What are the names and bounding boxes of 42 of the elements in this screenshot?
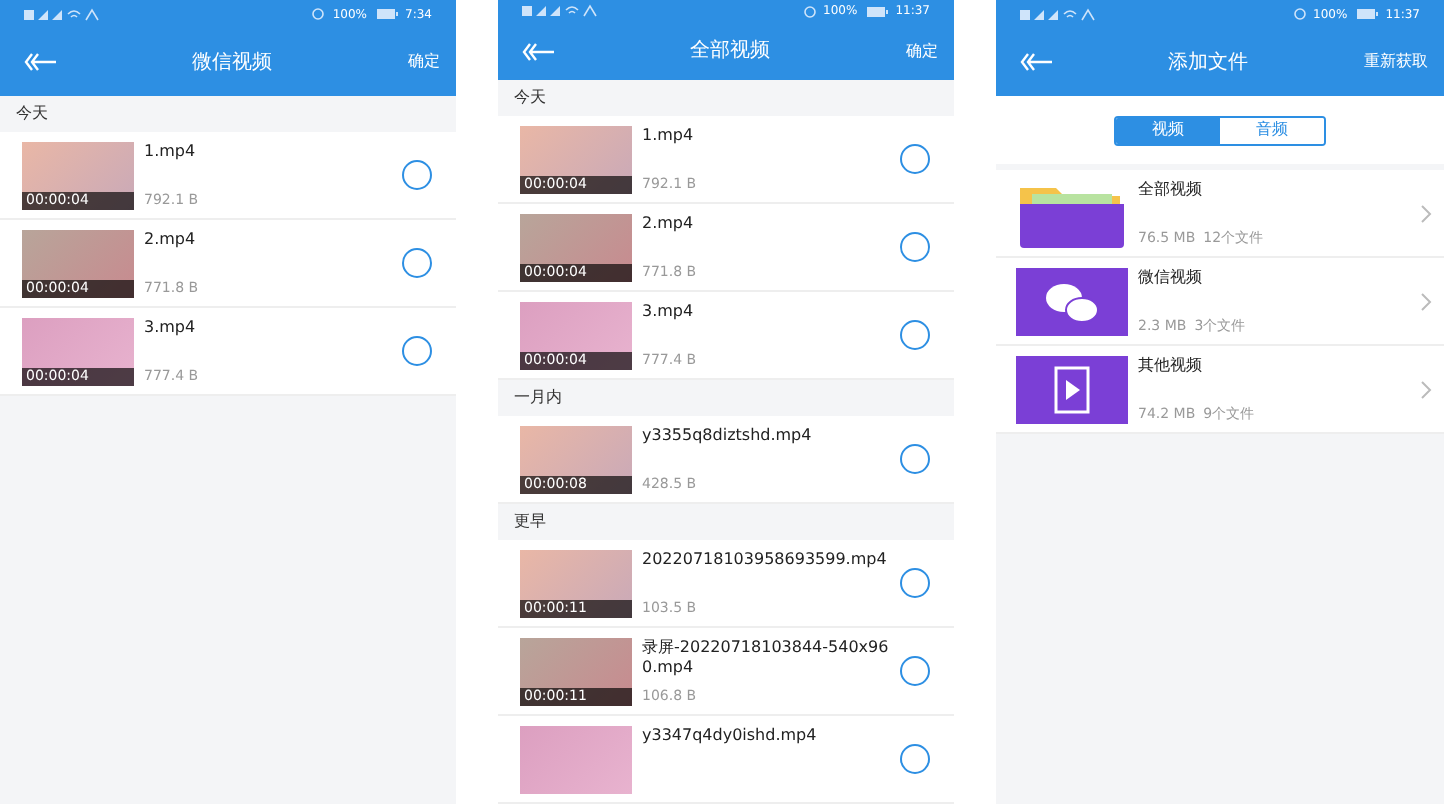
folder-name: 全部视频: [1138, 179, 1204, 199]
chevron-right-icon: [1420, 203, 1432, 223]
video-row[interactable]: y3347q4dy0ishd.mp4: [498, 716, 954, 804]
select-radio[interactable]: [900, 144, 930, 174]
file-name: 1.mp4: [144, 141, 198, 161]
file-name: 3.mp4: [144, 317, 198, 337]
file-name: 20220718103958693599.mp4: [642, 549, 889, 569]
select-radio[interactable]: [900, 568, 930, 598]
back-icon[interactable]: [24, 52, 56, 72]
file-name: 录屏-20220718103844-540x960.mp4: [642, 637, 890, 677]
battery-icon: [1355, 8, 1378, 20]
chevron-right-icon: [1420, 291, 1432, 311]
folder-name: 微信视频: [1138, 267, 1204, 287]
select-radio[interactable]: [900, 232, 930, 262]
screen-title: 微信视频: [192, 49, 272, 77]
battery-icon: [865, 5, 888, 18]
folder-name: 其他视频: [1138, 355, 1204, 375]
select-radio[interactable]: [402, 160, 432, 190]
file-name: 1.mp4: [642, 125, 696, 145]
chat-icon: [1016, 267, 1128, 335]
file-name: y3355q8diztshd.mp4: [642, 425, 814, 445]
signal-icon: [24, 7, 104, 21]
select-radio[interactable]: [402, 336, 432, 366]
file-name: 2.mp4: [144, 229, 198, 249]
screen-title: 添加文件: [1168, 49, 1248, 77]
signal-icon: [522, 4, 602, 19]
chevron-right-icon: [1420, 379, 1432, 399]
file-name: 2.mp4: [642, 213, 696, 233]
battery-icon: [375, 8, 398, 20]
signal-icon: [1020, 7, 1100, 21]
select-radio[interactable]: [900, 320, 930, 350]
file-name: y3347q4dy0ishd.mp4: [642, 725, 819, 745]
video-file-icon: [1016, 355, 1128, 423]
back-icon[interactable]: [1020, 52, 1052, 72]
select-radio[interactable]: [900, 656, 930, 686]
select-radio[interactable]: [900, 744, 930, 774]
video-thumbnail: [520, 725, 632, 793]
select-radio[interactable]: [900, 444, 930, 474]
select-radio[interactable]: [402, 248, 432, 278]
back-icon[interactable]: [522, 41, 554, 62]
screen-title: 全部视频: [690, 37, 770, 67]
file-name: 3.mp4: [642, 301, 696, 321]
